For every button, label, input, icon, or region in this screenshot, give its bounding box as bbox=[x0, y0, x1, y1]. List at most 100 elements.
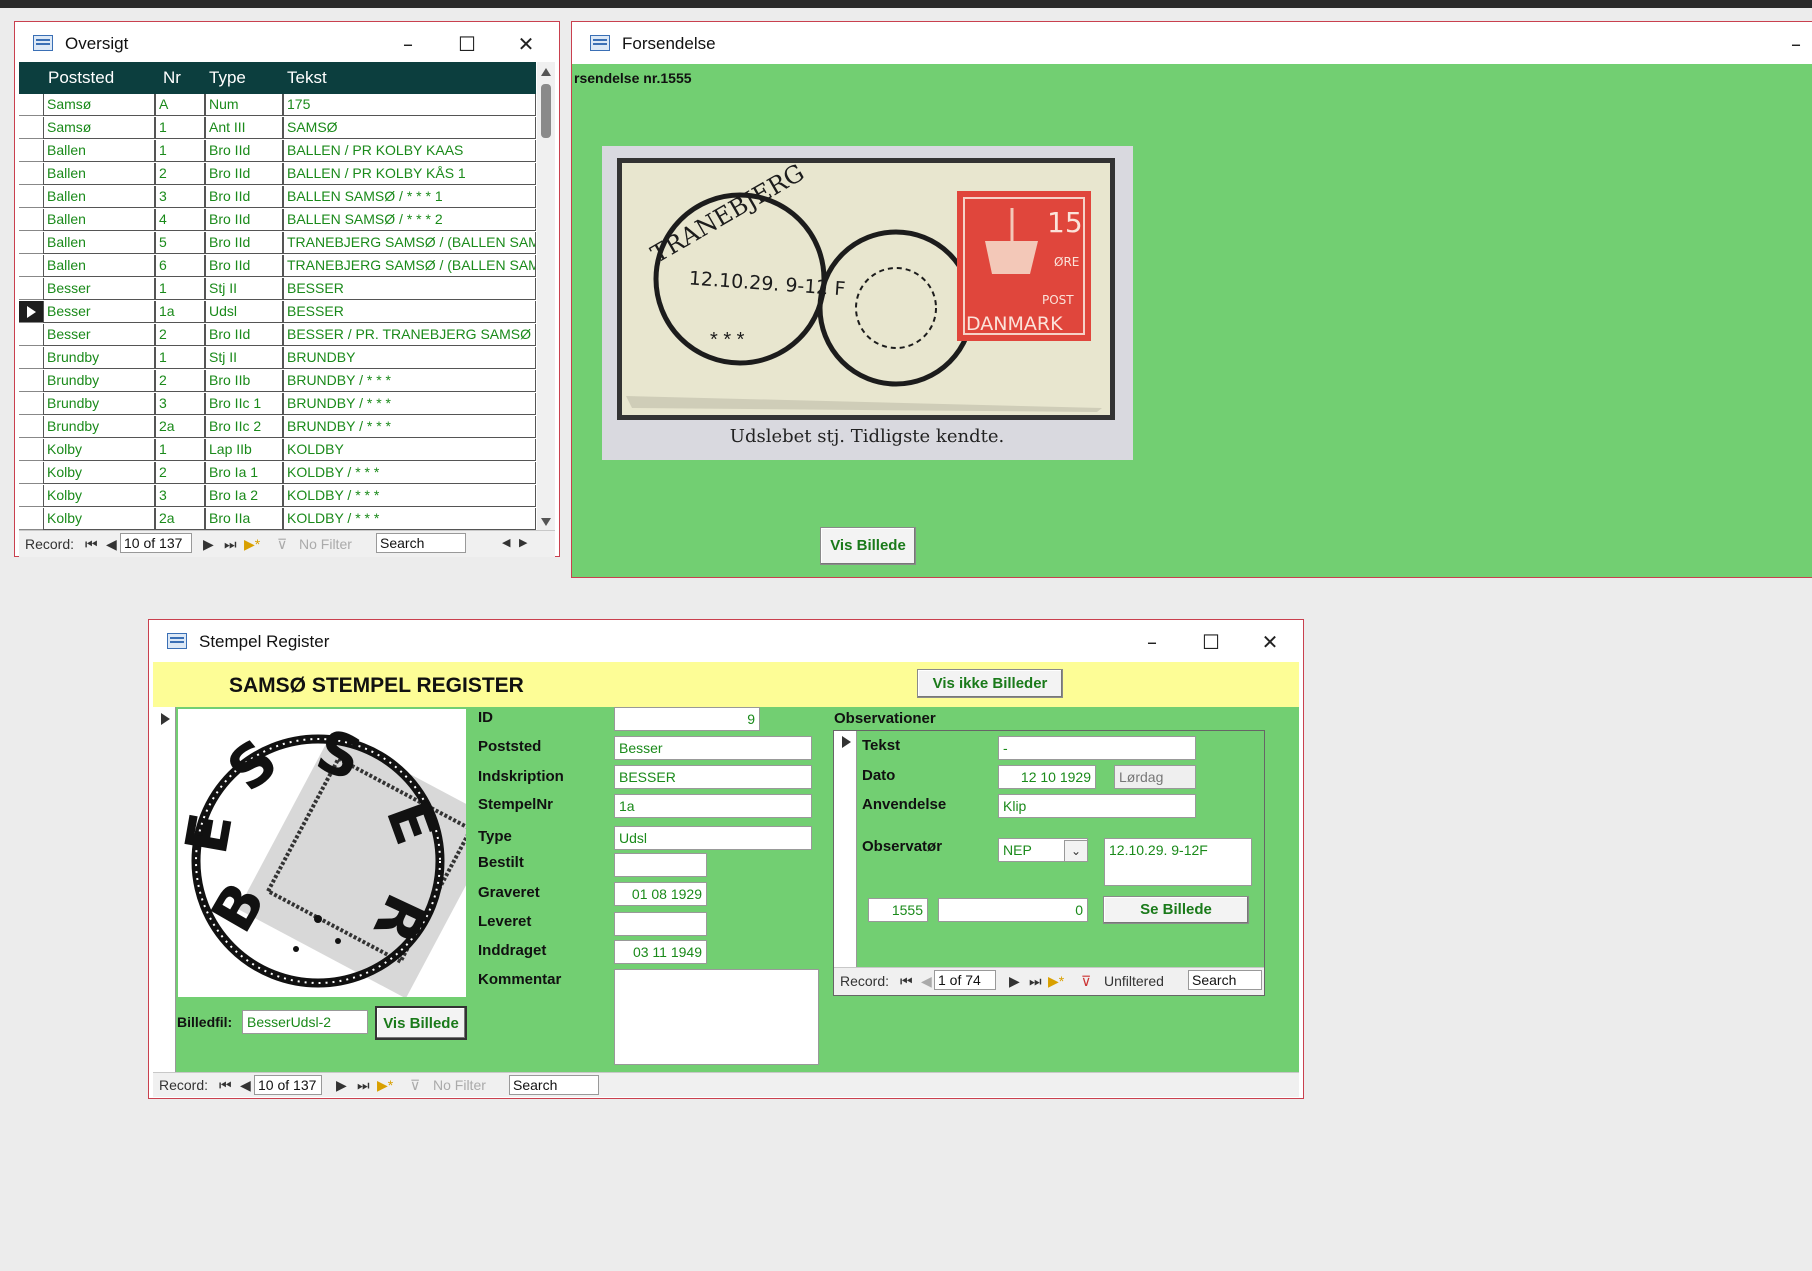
register-vis-billede-button[interactable]: Vis Billede bbox=[375, 1006, 467, 1040]
last-record-icon[interactable]: ⏭ bbox=[357, 1077, 370, 1094]
table-cell[interactable]: Bro IIc 2 bbox=[205, 416, 283, 438]
chevron-down-icon[interactable]: ⌄ bbox=[1064, 840, 1088, 862]
table-cell[interactable]: BALLEN SAMSØ / * * * 2 bbox=[283, 209, 536, 231]
table-cell[interactable]: Samsø bbox=[43, 94, 155, 116]
col-header-nr[interactable]: Nr bbox=[163, 68, 181, 88]
record-selector[interactable] bbox=[19, 508, 43, 530]
table-cell[interactable]: Bro IId bbox=[205, 209, 283, 231]
register-position-input[interactable]: 10 of 137 bbox=[254, 1075, 322, 1095]
table-cell[interactable]: Num bbox=[205, 94, 283, 116]
minimize-button[interactable]: – bbox=[1784, 30, 1808, 58]
scroll-up-arrow-icon[interactable] bbox=[541, 68, 551, 76]
table-cell[interactable]: BESSER bbox=[283, 278, 536, 300]
table-cell[interactable]: Stj II bbox=[205, 347, 283, 369]
table-cell[interactable]: 1 bbox=[155, 278, 205, 300]
table-cell[interactable]: 1 bbox=[155, 140, 205, 162]
record-selector[interactable] bbox=[19, 393, 43, 415]
leveret-field[interactable] bbox=[614, 912, 707, 936]
count-field[interactable]: 0 bbox=[938, 898, 1088, 922]
table-cell[interactable]: 3 bbox=[155, 393, 205, 415]
table-row[interactable]: Brundby 2a Bro IIc 2 BRUNDBY / * * * bbox=[19, 416, 536, 439]
record-selector[interactable] bbox=[19, 485, 43, 507]
new-record-icon[interactable]: ▶* bbox=[1048, 973, 1064, 990]
table-cell[interactable]: Udsl bbox=[205, 301, 283, 323]
table-cell[interactable]: Bro IIa bbox=[205, 508, 283, 530]
observation-note-field[interactable]: 12.10.29. 9-12F bbox=[1104, 838, 1252, 886]
table-cell[interactable]: Kolby bbox=[43, 439, 155, 461]
table-cell[interactable]: A bbox=[155, 94, 205, 116]
table-cell[interactable]: 2a bbox=[155, 508, 205, 530]
table-cell[interactable]: TRANEBJERG SAMSØ / (BALLEN SAMS bbox=[283, 232, 536, 254]
maximize-button[interactable]: ☐ bbox=[447, 30, 487, 58]
table-cell[interactable]: Bro IId bbox=[205, 163, 283, 185]
observation-position-input[interactable]: 1 of 74 bbox=[934, 970, 996, 990]
col-header-poststed[interactable]: Poststed bbox=[48, 68, 114, 88]
record-selector[interactable] bbox=[19, 117, 43, 139]
table-cell[interactable]: 5 bbox=[155, 232, 205, 254]
table-cell[interactable]: BESSER / PR. TRANEBJERG SAMSØ bbox=[283, 324, 536, 346]
no-filter-button[interactable]: No Filter bbox=[433, 1077, 486, 1093]
table-row[interactable]: Brundby 3 Bro IIc 1 BRUNDBY / * * * bbox=[19, 393, 536, 416]
record-position-input[interactable]: 10 of 137 bbox=[120, 533, 192, 553]
table-cell[interactable]: Bro Ia 1 bbox=[205, 462, 283, 484]
record-selector[interactable] bbox=[19, 439, 43, 461]
table-cell[interactable]: 2 bbox=[155, 370, 205, 392]
table-cell[interactable]: Ballen bbox=[43, 163, 155, 185]
scroll-down-arrow-icon[interactable] bbox=[541, 518, 551, 526]
record-selector[interactable] bbox=[19, 416, 43, 438]
register-titlebar[interactable]: Stempel Register – ☐ ✕ bbox=[149, 620, 1303, 664]
first-record-icon[interactable]: ⏮ bbox=[900, 973, 913, 990]
table-cell[interactable]: BALLEN SAMSØ / * * * 1 bbox=[283, 186, 536, 208]
col-header-tekst[interactable]: Tekst bbox=[287, 68, 327, 88]
table-row[interactable]: Kolby 1 Lap IIb KOLDBY bbox=[19, 439, 536, 462]
dato-field[interactable]: 12 10 1929 bbox=[998, 765, 1096, 789]
last-record-icon[interactable]: ⏭ bbox=[224, 536, 237, 553]
table-row[interactable]: Besser 1 Stj II BESSER bbox=[19, 278, 536, 301]
record-selector[interactable] bbox=[19, 140, 43, 162]
table-cell[interactable]: Ballen bbox=[43, 186, 155, 208]
register-record-selector[interactable] bbox=[153, 707, 176, 1073]
oversigt-vscrollbar[interactable] bbox=[537, 62, 555, 530]
prev-record-icon[interactable]: ◀ bbox=[106, 536, 117, 553]
table-cell[interactable]: Bro IId bbox=[205, 186, 283, 208]
register-search-input[interactable]: Search bbox=[509, 1075, 599, 1095]
table-cell[interactable]: Ant III bbox=[205, 117, 283, 139]
table-cell[interactable]: TRANEBJERG SAMSØ / (BALLEN SAMS bbox=[283, 255, 536, 277]
type-field[interactable]: Udsl bbox=[614, 826, 812, 850]
next-record-icon[interactable]: ▶ bbox=[336, 1077, 347, 1094]
table-row[interactable]: Ballen 5 Bro IId TRANEBJERG SAMSØ / (BALLEN… bbox=[19, 232, 536, 255]
next-record-icon[interactable]: ▶ bbox=[1009, 973, 1020, 990]
stempelnr-field[interactable]: 1a bbox=[614, 794, 812, 818]
record-selector[interactable] bbox=[19, 347, 43, 369]
vis-billede-button[interactable]: Vis Billede bbox=[820, 527, 916, 565]
table-cell[interactable]: Samsø bbox=[43, 117, 155, 139]
first-record-icon[interactable]: ⏮ bbox=[85, 536, 98, 553]
table-row[interactable]: Ballen 4 Bro IId BALLEN SAMSØ / * * * 2 bbox=[19, 209, 536, 232]
close-button[interactable]: ✕ bbox=[506, 30, 546, 58]
table-row[interactable]: Ballen 6 Bro IId TRANEBJERG SAMSØ / (BALLEN… bbox=[19, 255, 536, 278]
table-cell[interactable]: 2 bbox=[155, 324, 205, 346]
table-row[interactable]: Samsø A Num 175 bbox=[19, 94, 536, 117]
table-row[interactable]: Besser 1a Udsl BESSER bbox=[19, 301, 536, 324]
table-row[interactable]: Samsø 1 Ant III SAMSØ bbox=[19, 117, 536, 140]
table-cell[interactable]: BRUNDBY / * * * bbox=[283, 370, 536, 392]
table-cell[interactable]: SAMSØ bbox=[283, 117, 536, 139]
table-row[interactable]: Ballen 2 Bro IId BALLEN / PR KOLBY KÅS 1 bbox=[19, 163, 536, 186]
table-cell[interactable]: Besser bbox=[43, 324, 155, 346]
table-cell[interactable]: Kolby bbox=[43, 485, 155, 507]
se-billede-button[interactable]: Se Billede bbox=[1103, 896, 1249, 924]
table-cell[interactable]: 1 bbox=[155, 347, 205, 369]
kommentar-field[interactable] bbox=[614, 969, 819, 1065]
no-filter-button[interactable]: No Filter bbox=[299, 536, 352, 552]
table-row[interactable]: Ballen 1 Bro IId BALLEN / PR KOLBY KAAS bbox=[19, 140, 536, 163]
minimize-button[interactable]: – bbox=[1132, 628, 1172, 656]
table-row[interactable]: Kolby 2 Bro Ia 1 KOLDBY / * * * bbox=[19, 462, 536, 485]
table-cell[interactable]: Ballen bbox=[43, 209, 155, 231]
table-cell[interactable]: BALLEN / PR KOLBY KÅS 1 bbox=[283, 163, 536, 185]
table-cell[interactable]: Stj II bbox=[205, 278, 283, 300]
first-record-icon[interactable]: ⏮ bbox=[219, 1077, 232, 1094]
table-cell[interactable]: Bro IId bbox=[205, 232, 283, 254]
table-cell[interactable]: Bro IId bbox=[205, 255, 283, 277]
record-selector[interactable] bbox=[19, 186, 43, 208]
table-row[interactable]: Ballen 3 Bro IId BALLEN SAMSØ / * * * 1 bbox=[19, 186, 536, 209]
